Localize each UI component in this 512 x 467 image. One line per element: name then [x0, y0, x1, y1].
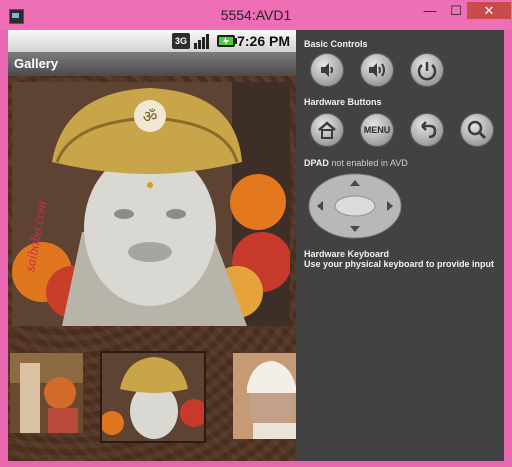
menu-button[interactable]: MENU — [360, 113, 394, 147]
emulator-content: 3G 7:26 PM Gallery ॐ saibaba.com Basic C… — [8, 30, 504, 461]
search-icon — [467, 120, 487, 140]
thumbnail-2-image — [102, 353, 204, 441]
gallery-thumbnail-2-selected[interactable] — [100, 351, 206, 443]
home-button[interactable] — [310, 113, 344, 147]
signal-strength-icon — [194, 34, 209, 49]
svg-text:ॐ: ॐ — [143, 107, 158, 126]
maximize-button[interactable]: ☐ — [444, 2, 468, 19]
gallery-view[interactable]: ॐ saibaba.com — [8, 76, 296, 461]
main-photo-image: ॐ saibaba.com — [12, 82, 290, 326]
thumbnail-1-image — [10, 353, 83, 433]
basic-controls-title: Basic Controls — [304, 39, 368, 49]
app-title: Gallery — [14, 56, 59, 71]
volume-up-icon — [369, 63, 385, 77]
status-bar: 3G 7:26 PM — [8, 30, 296, 52]
phone-screen[interactable]: 3G 7:26 PM Gallery ॐ saibaba.com — [8, 30, 296, 461]
dpad-center-button[interactable] — [334, 195, 376, 217]
thumbnail-3-image — [233, 353, 296, 439]
network-3g-icon: 3G — [172, 33, 190, 49]
power-button[interactable] — [410, 53, 444, 87]
back-button[interactable] — [410, 113, 444, 147]
gallery-thumbnail-1[interactable] — [10, 353, 83, 433]
dpad-label: DPAD — [304, 158, 329, 168]
title-bar[interactable]: 5554:AVD1 — ☐ ✕ — [0, 0, 512, 30]
dpad-status: not enabled in AVD — [331, 158, 408, 168]
volume-down-button[interactable] — [310, 53, 344, 87]
hardware-keyboard-title: Hardware Keyboard — [304, 249, 390, 259]
battery-charging-icon — [217, 35, 237, 47]
menu-button-label: MENU — [363, 125, 391, 135]
hardware-buttons-title: Hardware Buttons — [304, 97, 382, 107]
dpad-control — [308, 173, 402, 239]
emulator-window: 5554:AVD1 — ☐ ✕ 3G 7:26 PM Gallery ॐ sai… — [0, 0, 512, 467]
back-icon — [421, 121, 437, 139]
hardware-keyboard-hint: Use your physical keyboard to provide in… — [304, 259, 495, 269]
home-icon — [318, 121, 336, 139]
volume-up-button[interactable] — [360, 53, 394, 87]
gallery-thumbnail-3[interactable] — [233, 353, 296, 439]
minimize-button[interactable]: — — [418, 2, 442, 19]
network-label: 3G — [175, 36, 187, 46]
dpad-title: DPAD not enabled in AVD — [304, 158, 408, 168]
main-photo[interactable]: ॐ saibaba.com — [12, 82, 290, 326]
close-button[interactable]: ✕ — [467, 2, 511, 19]
clock-time: 7:26 PM — [237, 33, 290, 49]
power-icon — [417, 62, 437, 81]
app-title-bar: Gallery — [8, 52, 296, 76]
volume-down-icon — [321, 63, 333, 77]
search-button[interactable] — [460, 113, 494, 147]
